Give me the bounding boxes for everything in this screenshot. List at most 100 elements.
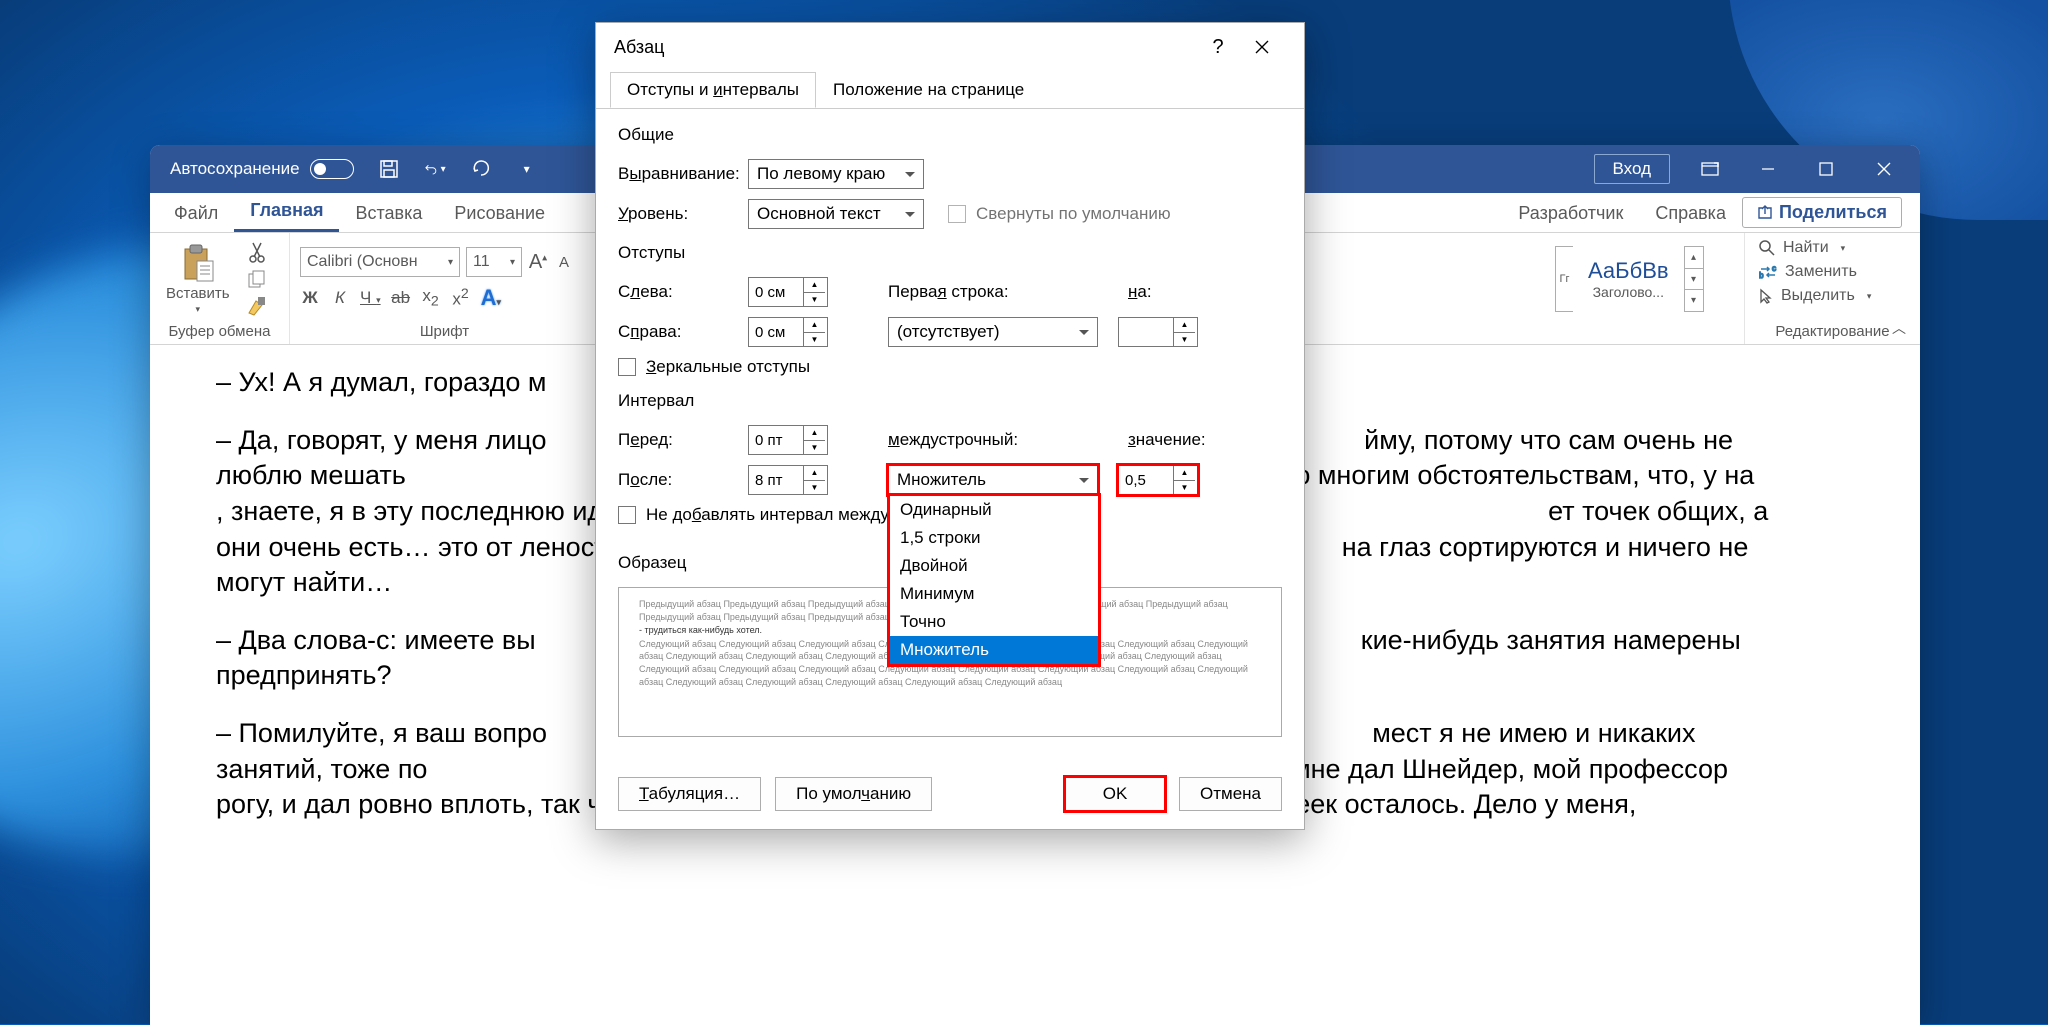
maximize-button[interactable] [1798, 145, 1854, 193]
svg-text:c: c [1772, 265, 1776, 273]
share-button[interactable]: Поделиться [1742, 197, 1902, 228]
font-name-combo[interactable]: Calibri (Основн▾ [300, 247, 460, 277]
tab-home[interactable]: Главная [234, 192, 339, 232]
first-line-by-spin[interactable]: ▲▼ [1118, 317, 1198, 347]
replace-icon: bc [1759, 265, 1777, 279]
indent-right-spin[interactable]: ▲▼ [748, 317, 828, 347]
undo-icon[interactable]: ▾ [424, 158, 446, 180]
dropdown-option-exactly[interactable]: Точно [890, 608, 1098, 636]
level-label: Уровень: [618, 204, 748, 224]
paragraph-dialog: Абзац ? Отступы и интервалы Положение на… [595, 22, 1305, 830]
space-before-label: Перед: [618, 430, 748, 450]
clipboard-group-label: Буфер обмена [160, 321, 279, 342]
bold-button[interactable]: Ж [300, 288, 320, 308]
indent-left-label: Слева: [618, 282, 748, 302]
first-line-label: Первая строка: [888, 282, 1068, 302]
format-painter-icon[interactable] [246, 295, 268, 317]
close-icon [1255, 40, 1269, 54]
line-spacing-label: междустрочный: [888, 430, 1068, 450]
dropdown-option-single[interactable]: Одинарный [890, 496, 1098, 524]
collapse-ribbon-icon[interactable]: ︿ [1892, 318, 1906, 338]
dialog-tabs: Отступы и интервалы Положение на страниц… [596, 71, 1304, 109]
alignment-combo[interactable]: По левому краю [748, 159, 924, 189]
dropdown-option-multiple[interactable]: Множитель [890, 636, 1098, 664]
at-label: значение: [1128, 430, 1206, 450]
space-before-spin[interactable]: ▲▼ [748, 425, 828, 455]
space-after-spin[interactable]: ▲▼ [748, 465, 828, 495]
tabs-button[interactable]: Табуляция… [618, 777, 761, 811]
cursor-icon [1759, 288, 1773, 304]
qat-customize-icon[interactable]: ▾ [516, 158, 538, 180]
tab-file[interactable]: Файл [158, 195, 234, 232]
checkbox-icon [618, 358, 636, 376]
replace-button[interactable]: bcЗаменить [1759, 263, 1871, 281]
set-default-button[interactable]: По умолчанию [775, 777, 932, 811]
select-button[interactable]: Выделить▾ [1759, 287, 1871, 305]
grow-font-icon[interactable]: A▴ [528, 251, 548, 274]
indent-right-label: Справа: [618, 322, 748, 342]
close-button[interactable] [1856, 145, 1912, 193]
share-icon [1757, 205, 1773, 221]
chevron-down-icon: ▾ [196, 304, 201, 315]
login-button[interactable]: Вход [1594, 154, 1670, 184]
italic-button[interactable]: К [330, 288, 350, 308]
outline-level-combo[interactable]: Основной текст [748, 199, 924, 229]
dialog-close-button[interactable] [1238, 23, 1286, 71]
autosave-label: Автосохранение [170, 159, 300, 179]
indents-section-label: Отступы [618, 243, 1282, 263]
tab-draw[interactable]: Рисование [438, 195, 561, 232]
help-button[interactable]: ? [1198, 36, 1238, 59]
cut-icon[interactable] [248, 241, 266, 263]
collapsed-checkbox: Свернуты по умолчанию [948, 204, 1171, 224]
tab-indents-spacing[interactable]: Отступы и интервалы [610, 72, 816, 108]
text-effects-icon[interactable]: A▾ [481, 285, 501, 311]
ribbon-display-icon[interactable] [1682, 145, 1738, 193]
dropdown-option-minimum[interactable]: Минимум [890, 580, 1098, 608]
underline-button[interactable]: Ч ▾ [360, 288, 381, 308]
editing-group-label: Редактирование [1755, 321, 1910, 342]
copy-icon[interactable] [247, 269, 267, 289]
by-label: на: [1128, 282, 1152, 302]
find-button[interactable]: Найти▾ [1759, 239, 1871, 257]
superscript-button[interactable]: x2 [451, 286, 471, 310]
dialog-titlebar: Абзац ? [596, 23, 1304, 71]
mirror-indents-checkbox[interactable]: Зеркальные отступы [618, 357, 810, 377]
autosave-toggle[interactable]: Автосохранение [170, 159, 354, 179]
general-section-label: Общие [618, 125, 1282, 145]
tab-help[interactable]: Справка [1639, 195, 1742, 232]
font-group-label: Шрифт [300, 321, 589, 342]
font-size-combo[interactable]: 11▾ [466, 247, 522, 277]
ok-button[interactable]: OK [1065, 777, 1165, 811]
tab-line-breaks[interactable]: Положение на странице [816, 72, 1041, 108]
subscript-button[interactable]: x2 [421, 286, 441, 309]
search-icon [1759, 240, 1775, 256]
tab-insert[interactable]: Вставка [339, 195, 438, 232]
checkbox-icon [948, 205, 966, 223]
dialog-title: Абзац [614, 37, 1198, 58]
clipboard-icon [181, 243, 215, 283]
line-spacing-at-spin[interactable]: ▲▼ [1118, 465, 1198, 495]
tab-developer[interactable]: Разработчик [1502, 195, 1639, 232]
svg-text:b: b [1759, 271, 1764, 279]
redo-icon[interactable] [470, 158, 492, 180]
dropdown-option-onehalf[interactable]: 1,5 строки [890, 524, 1098, 552]
style-heading[interactable]: АаБбВв Заголово... [1577, 251, 1680, 307]
paste-button[interactable]: Вставить ▾ [160, 243, 236, 315]
alignment-label: Выравнивание: [618, 164, 748, 184]
shrink-font-icon[interactable]: A [554, 254, 574, 271]
styles-gallery-scroll[interactable]: ▴▾▾ [1684, 246, 1704, 312]
toggle-switch-icon[interactable] [310, 159, 354, 179]
minimize-button[interactable] [1740, 145, 1796, 193]
checkbox-icon [618, 506, 636, 524]
first-line-combo[interactable]: (отсутствует) [888, 317, 1098, 347]
space-after-label: После: [618, 470, 748, 490]
dropdown-option-double[interactable]: Двойной [890, 552, 1098, 580]
spacing-section-label: Интервал [618, 391, 1282, 411]
style-prev-partial: Гг [1555, 246, 1573, 312]
cancel-button[interactable]: Отмена [1179, 777, 1282, 811]
strikethrough-button[interactable]: ab [391, 288, 411, 308]
indent-left-spin[interactable]: ▲▼ [748, 277, 828, 307]
save-icon[interactable] [378, 158, 400, 180]
line-spacing-combo[interactable]: Множитель Одинарный 1,5 строки Двойной М… [888, 465, 1098, 495]
line-spacing-dropdown: Одинарный 1,5 строки Двойной Минимум Точ… [889, 495, 1099, 665]
